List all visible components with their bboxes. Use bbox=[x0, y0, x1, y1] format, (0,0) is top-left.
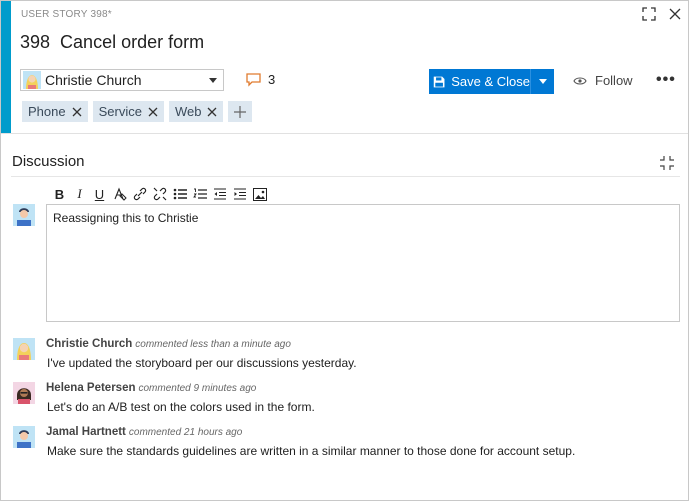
follow-label: Follow bbox=[595, 73, 633, 88]
text-highlight-icon[interactable] bbox=[111, 186, 128, 202]
comment-author[interactable]: Helena Petersen bbox=[46, 382, 136, 394]
underline-button[interactable]: U bbox=[91, 186, 108, 202]
add-tag-button[interactable] bbox=[228, 101, 253, 122]
work-item-id: 398 bbox=[20, 32, 51, 52]
work-item-type-color-bar bbox=[1, 1, 11, 133]
work-item-title[interactable]: Cancel order form bbox=[60, 32, 204, 52]
remove-tag-icon[interactable] bbox=[66, 101, 88, 122]
decrease-indent-icon[interactable] bbox=[211, 186, 228, 202]
comment-timestamp: commented 21 hours ago bbox=[128, 427, 243, 438]
comment-timestamp: commented 9 minutes ago bbox=[138, 383, 257, 394]
comment-icon bbox=[246, 72, 261, 87]
insert-image-icon[interactable] bbox=[251, 186, 268, 202]
tag-item: Phone bbox=[22, 101, 88, 122]
tag-item: Service bbox=[92, 101, 164, 122]
more-actions-button[interactable]: ••• bbox=[656, 72, 676, 88]
save-and-close-button[interactable]: Save & Close bbox=[429, 69, 530, 94]
italic-button[interactable]: I bbox=[71, 186, 88, 202]
tag-label: Phone bbox=[28, 104, 66, 119]
discussion-comment-input[interactable]: Reassigning this to Christie bbox=[46, 204, 680, 322]
save-icon bbox=[433, 76, 445, 87]
plus-icon bbox=[234, 105, 247, 118]
tag-label: Web bbox=[174, 104, 202, 119]
rich-text-toolbar: B I U bbox=[51, 186, 271, 202]
assigned-to-name: Christie Church bbox=[45, 72, 142, 88]
work-item-header: USER STORY 398* 398 Cancel order form Chr… bbox=[1, 1, 688, 134]
comment-text: Let's do an A/B test on the colors used … bbox=[47, 400, 315, 414]
comment-meta: Helena Petersen commented 9 minutes ago bbox=[46, 382, 256, 394]
tag-list: Phone Service Web bbox=[22, 101, 253, 122]
work-item-type-label: USER STORY 398* bbox=[21, 9, 112, 20]
numbered-list-icon[interactable] bbox=[191, 186, 208, 202]
increase-indent-icon[interactable] bbox=[231, 186, 248, 202]
remove-tag-icon[interactable] bbox=[201, 101, 223, 122]
bold-button[interactable]: B bbox=[51, 186, 68, 202]
tag-label: Service bbox=[98, 104, 142, 119]
close-icon[interactable] bbox=[667, 6, 683, 22]
work-item-form: USER STORY 398* 398 Cancel order form Chr… bbox=[0, 0, 689, 501]
comment-author[interactable]: Jamal Hartnett bbox=[46, 426, 126, 438]
chevron-down-icon bbox=[538, 79, 547, 84]
jamal-avatar-icon bbox=[13, 426, 35, 448]
link-icon[interactable] bbox=[131, 186, 148, 202]
save-and-close-label: Save & Close bbox=[451, 74, 530, 89]
christie-avatar-icon bbox=[13, 338, 35, 360]
unlink-icon[interactable] bbox=[151, 186, 168, 202]
remove-tag-icon[interactable] bbox=[142, 101, 164, 122]
save-options-dropdown[interactable] bbox=[530, 69, 554, 94]
helena-avatar-icon bbox=[13, 382, 35, 404]
save-button-group: Save & Close bbox=[429, 69, 554, 94]
comment-author[interactable]: Christie Church bbox=[46, 338, 132, 350]
comment-timestamp: commented less than a minute ago bbox=[135, 339, 291, 350]
assigned-to-picker[interactable]: Christie Church bbox=[20, 69, 224, 91]
eye-icon bbox=[573, 76, 587, 85]
expand-section-icon[interactable] bbox=[659, 155, 675, 171]
section-divider bbox=[11, 176, 680, 177]
work-item-title-row: 398 Cancel order form bbox=[20, 32, 204, 53]
tag-item: Web bbox=[168, 101, 224, 122]
discussion-title: Discussion bbox=[12, 153, 85, 170]
comment-meta: Jamal Hartnett commented 21 hours ago bbox=[46, 426, 242, 438]
comments-count: 3 bbox=[268, 72, 276, 87]
comment-text: Make sure the standards guidelines are w… bbox=[47, 444, 576, 458]
current-user-avatar-icon bbox=[13, 204, 35, 226]
fullscreen-icon[interactable] bbox=[641, 6, 657, 22]
christie-avatar-icon bbox=[23, 71, 41, 89]
comments-count-link[interactable]: 3 bbox=[246, 72, 275, 87]
chevron-down-icon bbox=[209, 77, 217, 83]
bulleted-list-icon[interactable] bbox=[171, 186, 188, 202]
follow-button[interactable]: Follow bbox=[573, 73, 633, 88]
comment-text: I've updated the storyboard per our disc… bbox=[47, 356, 357, 370]
comment-meta: Christie Church commented less than a min… bbox=[46, 338, 291, 350]
